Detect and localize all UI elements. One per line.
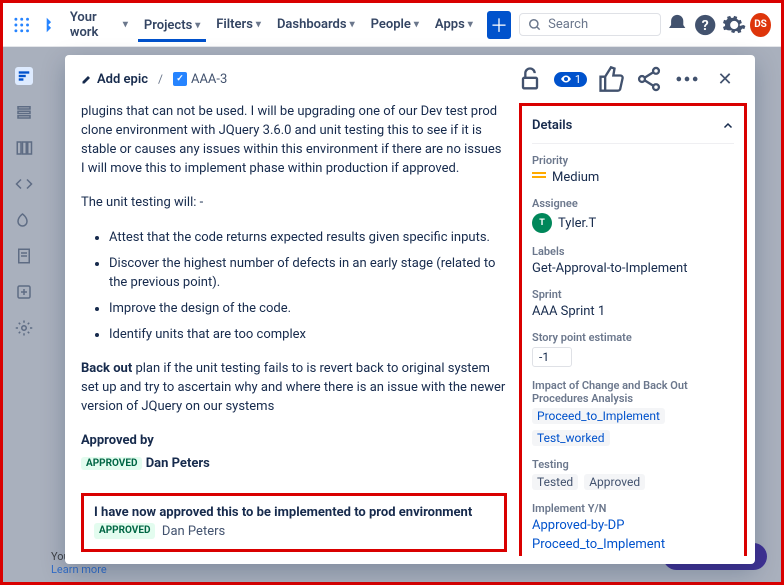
top-nav: Your work▾ Projects▾ Filters▾ Dashboards… [3, 3, 781, 47]
field-implement[interactable]: Implement Y/N Approved-by-DP Proceed_to_… [532, 502, 734, 552]
list-item: Identify units that are too complex [109, 326, 507, 344]
jira-logo-icon[interactable] [38, 15, 55, 35]
description-p1: plugins that can not be used. I will be … [81, 103, 507, 178]
project-sidebar [3, 47, 45, 582]
approved-lozenge: APPROVED [94, 523, 155, 540]
more-actions-icon[interactable] [673, 65, 701, 93]
approved-lozenge: APPROVED [81, 457, 142, 470]
watch-button[interactable]: 1 [554, 72, 587, 87]
list-item: Discover the highest number of defects i… [109, 255, 507, 291]
field-priority[interactable]: Priority Medium [532, 154, 734, 185]
app-switcher-icon[interactable] [13, 15, 30, 35]
nav-dashboards[interactable]: Dashboards▾ [271, 13, 361, 36]
notifications-icon[interactable] [665, 11, 689, 39]
rail-settings-icon[interactable] [15, 319, 33, 337]
like-icon[interactable] [597, 65, 625, 93]
rail-add-icon[interactable] [15, 283, 33, 301]
nav-people[interactable]: People▾ [365, 13, 425, 36]
issue-modal: Add epic / AAA-3 1 ✕ plugins that can no… [65, 55, 755, 564]
svg-text:?: ? [702, 18, 709, 34]
nav-filters[interactable]: Filters▾ [210, 13, 267, 36]
pencil-icon [81, 73, 93, 85]
approval-author: Dan Peters [162, 524, 225, 539]
add-epic-button[interactable]: Add epic [81, 72, 148, 87]
nav-apps[interactable]: Apps▾ [429, 13, 479, 36]
learn-more-link[interactable]: Learn more [51, 563, 107, 576]
list-item: Attest that the code returns expected re… [109, 229, 507, 247]
nav-your-work[interactable]: Your work▾ [64, 6, 134, 44]
rail-code-icon[interactable] [15, 175, 33, 193]
field-assignee[interactable]: Assignee TTyler.T [532, 197, 734, 233]
breadcrumb-separator: / [158, 72, 163, 86]
description-list: Attest that the code returns expected re… [81, 229, 507, 344]
field-impact[interactable]: Impact of Change and Back Out Procedures… [532, 379, 734, 446]
nav-projects[interactable]: Projects▾ [138, 14, 206, 42]
description-p2: The unit testing will: - [81, 194, 507, 213]
approver-name: Dan Peters [146, 456, 210, 471]
search-input[interactable]: Search [519, 13, 661, 36]
modal-header: Add epic / AAA-3 1 ✕ [65, 55, 755, 103]
chevron-up-icon [722, 120, 734, 132]
search-icon [528, 18, 542, 32]
create-button[interactable]: ＋ [487, 11, 511, 39]
backout-plan: Back out plan if the unit testing fails … [81, 360, 507, 417]
close-button[interactable]: ✕ [711, 65, 739, 93]
details-panel: Details Priority Medium Assignee TTyler.… [519, 103, 747, 556]
rail-releases-icon[interactable] [15, 211, 33, 229]
field-story-points[interactable]: Story point estimate -1 [532, 331, 734, 367]
list-item: Improve the design of the code. [109, 300, 507, 318]
issue-details-column: Details Priority Medium Assignee TTyler.… [519, 103, 751, 556]
field-sprint[interactable]: Sprint AAA Sprint 1 [532, 288, 734, 319]
field-testing[interactable]: Testing Tested Approved [532, 458, 734, 490]
issue-key-link[interactable]: AAA-3 [173, 72, 227, 87]
lock-icon[interactable] [516, 65, 544, 93]
search-placeholder: Search [548, 17, 588, 32]
rail-backlog-icon[interactable] [15, 103, 33, 121]
profile-avatar[interactable]: DS [750, 13, 771, 37]
details-header[interactable]: Details [532, 112, 734, 144]
priority-medium-icon [532, 176, 546, 179]
rail-pages-icon[interactable] [15, 247, 33, 265]
approved-by-label: Approved by [81, 433, 507, 448]
issue-main-column: plugins that can not be used. I will be … [77, 103, 519, 556]
approval-comment-highlight: I have now approved this to be implement… [81, 493, 507, 553]
share-icon[interactable] [635, 65, 663, 93]
rail-roadmap-icon[interactable] [15, 67, 33, 85]
field-labels[interactable]: Labels Get-Approval-to-Implement [532, 245, 734, 276]
rail-board-icon[interactable] [15, 139, 33, 157]
issue-type-icon [173, 72, 187, 86]
settings-icon[interactable] [722, 11, 746, 39]
assignee-avatar: T [532, 213, 552, 233]
help-icon[interactable]: ? [693, 11, 717, 39]
eye-icon [560, 73, 572, 85]
